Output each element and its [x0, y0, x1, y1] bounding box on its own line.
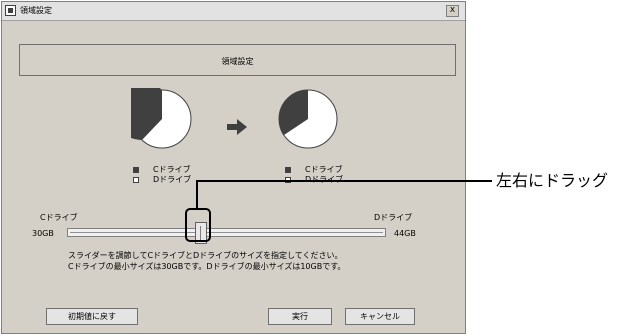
- description-line-1: スライダーを調節してCドライブとDドライブのサイズを指定してください。: [68, 251, 343, 260]
- c-drive-swatch-icon: [133, 166, 139, 173]
- close-button[interactable]: x: [446, 5, 459, 17]
- before-pie-chart: [131, 88, 192, 149]
- slider-track[interactable]: [67, 228, 386, 237]
- window-title: 領域設定: [20, 6, 52, 15]
- heading-box: 領域設定: [19, 44, 456, 76]
- reset-button[interactable]: 初期値に戻す: [46, 308, 138, 325]
- after-legend: Cドライブ Dドライブ: [285, 165, 343, 185]
- after-legend-c: Cドライブ: [285, 165, 343, 175]
- partition-dialog: 領域設定 x 領域設定 Cドライブ Dドライブ Cドライブ Dドライブ Cドライ…: [1, 1, 466, 334]
- heading-text: 領域設定: [221, 57, 254, 66]
- before-legend-c: Cドライブ: [133, 165, 191, 175]
- cancel-button[interactable]: キャンセル: [345, 308, 415, 325]
- title-bar: 領域設定 x: [2, 2, 465, 21]
- slider-left-label: Cドライブ: [40, 213, 78, 222]
- before-legend: Cドライブ Dドライブ: [133, 165, 191, 185]
- app-icon: [5, 5, 16, 16]
- callout-connector: [196, 180, 198, 208]
- description-line-2: Cドライブの最小サイズは30GBです。Dドライブの最小サイズは10GBです。: [68, 262, 346, 271]
- description: スライダーを調節してCドライブとDドライブのサイズを指定してください。 Cドライ…: [68, 250, 345, 272]
- arrow-right-icon: [227, 119, 247, 135]
- callout-text: 左右にドラッグ: [496, 171, 609, 190]
- after-pie-chart: [278, 89, 338, 149]
- slider-max-label: 44GB: [394, 229, 416, 238]
- before-legend-d: Dドライブ: [133, 175, 191, 185]
- slider-thumb-highlight: [185, 208, 211, 242]
- execute-button[interactable]: 実行: [268, 308, 332, 325]
- callout-line: [196, 180, 492, 182]
- slider-right-label: Dドライブ: [374, 213, 413, 222]
- slider-min-label: 30GB: [32, 229, 54, 238]
- d-drive-swatch-icon: [133, 176, 139, 183]
- c-drive-swatch-icon: [285, 166, 291, 173]
